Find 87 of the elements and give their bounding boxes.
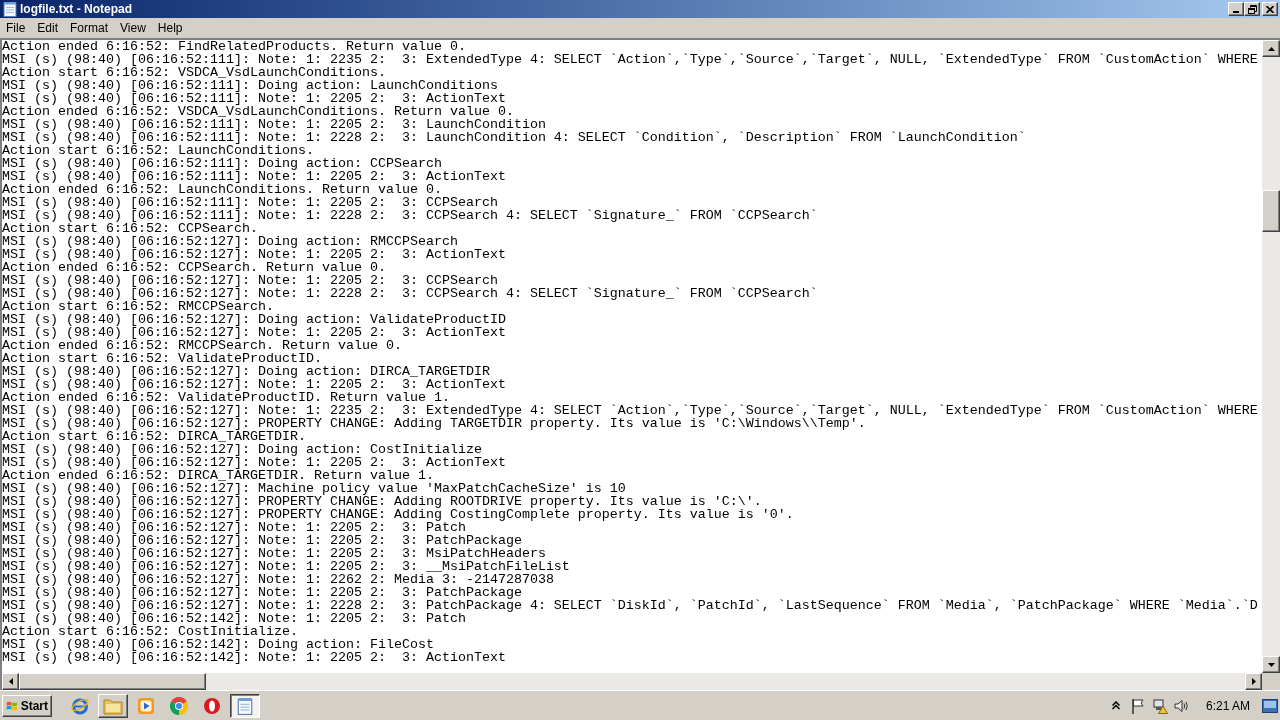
log-line: MSI (s) (98:40) [06:16:52:111]: Doing action: LaunchConditions	[2, 79, 498, 92]
speaker-icon[interactable]	[1174, 698, 1190, 713]
log-line: MSI (s) (98:40) [06:16:52:111]: Note: 1: 2228 2: 3: LaunchCondition 4: SELECT `Condition`, `Description` FROM `LaunchCondition`	[2, 131, 1026, 144]
segmented-circle-icon	[170, 696, 188, 715]
log-line: MSI (s) (98:40) [06:16:52:111]: Note: 1: 2205 2: 3: ActionText	[2, 92, 506, 105]
restore-button[interactable]	[1244, 2, 1260, 16]
log-line: MSI (s) (98:40) [06:16:52:127]: Machine policy value 'MaxPatchCacheSize' is 10	[2, 482, 626, 495]
log-line: MSI (s) (98:40) [06:16:52:142]: Doing action: FileCost	[2, 638, 434, 651]
log-line: Action start 6:16:52: VSDCA_VsdLaunchConditions.	[2, 66, 386, 79]
log-line: MSI (s) (98:40) [06:16:52:127]: Note: 1: 2228 2: 3: CCPSearch 4: SELECT `Signature_` FROM `CCPSearch`	[2, 287, 818, 300]
log-line: MSI (s) (98:40) [06:16:52:127]: Note: 1: 2205 2: 3: ActionText	[2, 378, 506, 391]
log-line: Action start 6:16:52: CCPSearch.	[2, 222, 258, 235]
start-button[interactable]: Start	[2, 694, 52, 717]
log-line: Action start 6:16:52: ValidateProductID.	[2, 352, 322, 365]
right-arrow-icon	[1251, 678, 1256, 685]
log-line: MSI (s) (98:40) [06:16:52:127]: Note: 1: 2205 2: 3: MsiPatchHeaders	[2, 547, 546, 560]
text-area[interactable]	[2, 40, 1262, 673]
minimize-icon	[1233, 10, 1239, 13]
log-line: MSI (s) (98:40) [06:16:52:127]: Note: 1: 2228 2: 3: PatchPackage 4: SELECT `DiskId`, `PatchId`, `LastSequence` FROM `Media`, `PatchPackage` WHERE `Media`.`D	[2, 599, 1258, 612]
log-line: MSI (s) (98:40) [06:16:52:127]: Doing action: DIRCA_TARGETDIR	[2, 365, 490, 378]
notepad-icon	[237, 696, 253, 715]
menu-item[interactable]: View	[114, 18, 152, 38]
flag-icon[interactable]	[1131, 697, 1145, 714]
ring-icon	[203, 696, 221, 715]
log-line: Action start 6:16:52: DIRCA_TARGETDIR.	[2, 430, 306, 443]
chevron-up-icon[interactable]	[1112, 701, 1120, 710]
menu-item[interactable]: Format	[64, 18, 115, 38]
show-desktop-icon[interactable]	[1262, 698, 1278, 713]
network-warning-icon[interactable]	[1152, 697, 1168, 714]
log-line: MSI (s) (98:40) [06:16:52:142]: Note: 1: 2205 2: 3: Patch	[2, 612, 466, 625]
log-line: MSI (s) (98:40) [06:16:52:111]: Doing action: CCPSearch	[2, 157, 442, 170]
log-line: MSI (s) (98:40) [06:16:52:127]: Doing action: CostInitialize	[2, 443, 482, 456]
log-line: MSI (s) (98:40) [06:16:52:127]: Note: 1: 2235 2: 3: ExtendedType 4: SELECT `Action`,`Type`,`Source`,`Target`, NULL, `ExtendedType` FROM `CustomAction` WHERE	[2, 404, 1258, 417]
log-line: Action ended 6:16:52: VSDCA_VsdLaunchConditions. Return value 0.	[2, 105, 514, 118]
log-line: MSI (s) (98:40) [06:16:52:127]: Note: 1: 2205 2: 3: CCPSearch	[2, 274, 498, 287]
folder-icon	[103, 696, 123, 715]
taskbar-button[interactable]	[230, 693, 260, 718]
log-line: Action ended 6:16:52: DIRCA_TARGETDIR. Return value 1.	[2, 469, 434, 482]
log-line: MSI (s) (98:40) [06:16:52:111]: Note: 1: 2235 2: 3: ExtendedType 4: SELECT `Action`,`Type`,`Source`,`Target`, NULL, `ExtendedType` FROM `CustomAction` WHERE	[2, 53, 1258, 66]
clock[interactable]: 6:21 AM	[1196, 697, 1260, 714]
horizontal-scrollbar[interactable]	[2, 673, 1262, 690]
log-line: Action start 6:16:52: LaunchConditions.	[2, 144, 314, 157]
scroll-thumb[interactable]	[1262, 190, 1280, 232]
log-line: MSI (s) (98:40) [06:16:52:127]: Note: 1: 2262 2: Media 3: -2147287038	[2, 573, 554, 586]
log-line: MSI (s) (98:40) [06:16:52:111]: Note: 1: 2205 2: 3: CCPSearch	[2, 196, 498, 209]
menu-item[interactable]: File	[0, 18, 32, 38]
scroll-thumb[interactable]	[19, 673, 206, 690]
down-arrow-icon	[1267, 662, 1275, 667]
window-title: logfile.txt - Notepad	[20, 1, 132, 18]
log-line: MSI (s) (98:40) [06:16:52:127]: Doing action: ValidateProductID	[2, 313, 506, 326]
log-line: MSI (s) (98:40) [06:16:52:127]: Note: 1: 2205 2: 3: ActionText	[2, 326, 506, 339]
log-line: MSI (s) (98:40) [06:16:52:127]: Note: 1: 2205 2: 3: ActionText	[2, 248, 506, 261]
notepad-icon	[3, 1, 17, 17]
scroll-down-button[interactable]	[1262, 656, 1280, 673]
log-line: Action ended 6:16:52: CCPSearch. Return value 0.	[2, 261, 386, 274]
scroll-right-button[interactable]	[1245, 673, 1262, 690]
log-line: Action ended 6:16:52: ValidateProductID. Return value 1.	[2, 391, 450, 404]
log-line: MSI (s) (98:40) [06:16:52:111]: Note: 1: 2228 2: 3: CCPSearch 4: SELECT `Signature_` FROM `CCPSearch`	[2, 209, 818, 222]
left-arrow-icon	[8, 678, 13, 685]
log-line: MSI (s) (98:40) [06:16:52:127]: Note: 1: 2205 2: 3: Patch	[2, 521, 466, 534]
minimize-button[interactable]	[1228, 2, 1244, 16]
vertical-scrollbar[interactable]	[1262, 40, 1280, 673]
log-line: Action start 6:16:52: CostInitialize.	[2, 625, 298, 638]
log-line: MSI (s) (98:40) [06:16:52:127]: PROPERTY CHANGE: Adding TARGETDIR property. Its value is 'C:\Windows\\Temp'.	[2, 417, 866, 430]
log-line: Action ended 6:16:52: RMCCPSearch. Return value 0.	[2, 339, 402, 352]
log-line: MSI (s) (98:40) [06:16:52:111]: Note: 1: 2205 2: 3: ActionText	[2, 170, 506, 183]
log-line: MSI (s) (98:40) [06:16:52:127]: PROPERTY CHANGE: Adding CostingComplete property. Its value is '0'.	[2, 508, 794, 521]
restore-icon	[1247, 4, 1257, 14]
log-line: MSI (s) (98:40) [06:16:52:127]: PROPERTY CHANGE: Adding ROOTDRIVE property. Its value is 'C:\'.	[2, 495, 762, 508]
log-line: MSI (s) (98:40) [06:16:52:127]: Note: 1: 2205 2: 3: PatchPackage	[2, 534, 522, 547]
log-line: MSI (s) (98:40) [06:16:52:127]: Note: 1: 2205 2: 3: PatchPackage	[2, 586, 522, 599]
log-line: MSI (s) (98:40) [06:16:52:127]: Note: 1: 2205 2: 3: __MsiPatchFileList	[2, 560, 570, 573]
play-icon	[137, 696, 155, 715]
close-button[interactable]	[1262, 2, 1278, 16]
scroll-left-button[interactable]	[2, 673, 19, 690]
up-arrow-icon	[1267, 46, 1275, 51]
close-icon	[1266, 5, 1274, 13]
log-line: MSI (s) (98:40) [06:16:52:142]: Note: 1: 2205 2: 3: ActionText	[2, 651, 506, 664]
log-line: Action ended 6:16:52: FindRelatedProducts. Return value 0.	[2, 40, 466, 53]
log-line: Action start 6:16:52: RMCCPSearch.	[2, 300, 274, 313]
menu-item[interactable]: Help	[151, 18, 189, 38]
log-line: MSI (s) (98:40) [06:16:52:127]: Note: 1: 2205 2: 3: ActionText	[2, 456, 506, 469]
scroll-up-button[interactable]	[1262, 40, 1280, 57]
log-line: MSI (s) (98:40) [06:16:52:111]: Note: 1: 2205 2: 3: LaunchCondition	[2, 118, 546, 131]
menu-item[interactable]: Edit	[31, 18, 65, 38]
log-line: MSI (s) (98:40) [06:16:52:127]: Doing action: RMCCPSearch	[2, 235, 458, 248]
log-line: Action ended 6:16:52: LaunchConditions. Return value 0.	[2, 183, 442, 196]
